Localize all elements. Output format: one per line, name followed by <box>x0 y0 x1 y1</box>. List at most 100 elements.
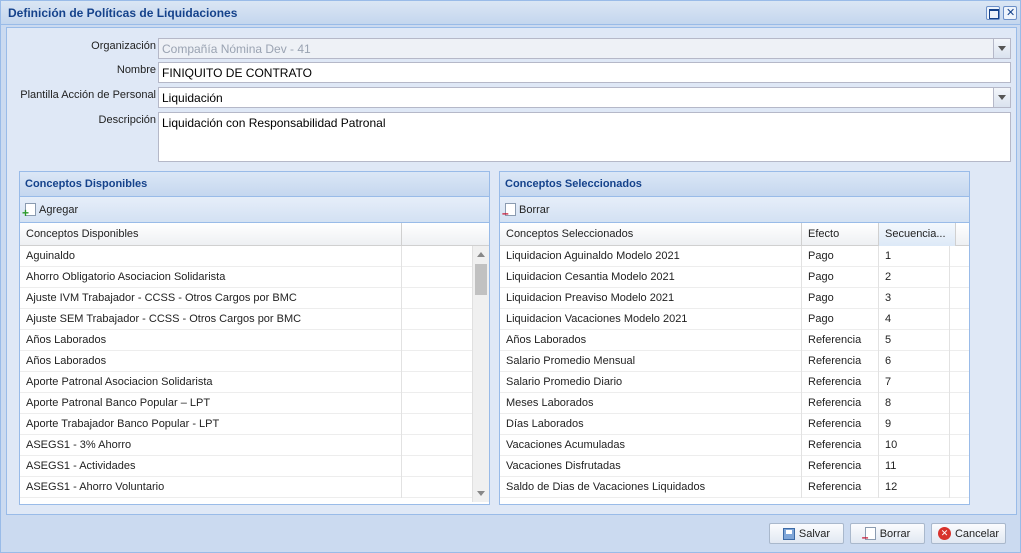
secuencia-cell: 11 <box>879 456 950 477</box>
add-document-icon: + <box>22 203 36 219</box>
table-row[interactable]: Aguinaldo <box>20 246 489 267</box>
table-row[interactable]: Ajuste IVM Trabajador - CCSS - Otros Car… <box>20 288 489 309</box>
table-row[interactable]: Vacaciones Disfrutadas Referencia 11 <box>500 456 969 477</box>
grid-header: Conceptos Disponibles <box>20 223 489 246</box>
secuencia-cell: 12 <box>879 477 950 498</box>
panel-toolbar: – Borrar <box>500 197 969 223</box>
descripcion-value: Liquidación con Responsabilidad Patronal <box>162 116 386 130</box>
borrar-footer-label: Borrar <box>879 527 911 540</box>
maximize-icon[interactable] <box>986 6 1000 20</box>
efecto-cell: Pago <box>802 267 879 288</box>
secuencia-cell: 8 <box>879 393 950 414</box>
concepto-seleccionado-cell: Liquidacion Preaviso Modelo 2021 <box>500 288 802 309</box>
title-bar: Definición de Políticas de Liquidaciones <box>1 1 1020 25</box>
concepto-disponible-cell: Ajuste IVM Trabajador - CCSS - Otros Car… <box>20 288 402 309</box>
scroll-down-icon[interactable] <box>477 491 485 496</box>
table-row[interactable]: Aporte Trabajador Banco Popular - LPT <box>20 414 489 435</box>
conceptos-seleccionados-panel: Conceptos Seleccionados – Borrar Concept… <box>499 171 970 505</box>
organizacion-label: Organización <box>91 40 156 52</box>
column-header-efecto[interactable]: Efecto <box>802 223 879 246</box>
table-row[interactable]: Liquidacion Vacaciones Modelo 2021 Pago 4 <box>500 309 969 330</box>
secuencia-cell: 5 <box>879 330 950 351</box>
plantilla-select[interactable]: Liquidación <box>158 87 1011 108</box>
table-row[interactable]: Días Laborados Referencia 9 <box>500 414 969 435</box>
concepto-seleccionado-cell: Salario Promedio Mensual <box>500 351 802 372</box>
concepto-disponible-cell: Aporte Patronal Asociacion Solidarista <box>20 372 402 393</box>
concepto-seleccionado-cell: Años Laborados <box>500 330 802 351</box>
efecto-cell: Referencia <box>802 477 879 498</box>
column-header-conceptos-disponibles[interactable]: Conceptos Disponibles <box>20 223 402 246</box>
borrar-label: Borrar <box>519 203 550 216</box>
secuencia-cell: 10 <box>879 435 950 456</box>
table-row[interactable]: Liquidacion Preaviso Modelo 2021 Pago 3 <box>500 288 969 309</box>
nombre-label: Nombre <box>116 64 156 76</box>
efecto-cell: Referencia <box>802 393 879 414</box>
table-row[interactable]: Salario Promedio Mensual Referencia 6 <box>500 351 969 372</box>
table-row[interactable]: ASEGS1 - Ahorro Voluntario <box>20 477 489 498</box>
table-row[interactable]: Saldo de Dias de Vacaciones Liquidados Re… <box>500 477 969 498</box>
efecto-cell: Pago <box>802 288 879 309</box>
nombre-value: FINIQUITO DE CONTRATO <box>162 66 313 80</box>
efecto-cell: Pago <box>802 246 879 267</box>
table-row[interactable]: Vacaciones Acumuladas Referencia 10 <box>500 435 969 456</box>
borrar-footer-button[interactable]: – Borrar <box>850 523 925 544</box>
conceptos-disponibles-panel: Conceptos Disponibles + Agregar Concepto… <box>19 171 490 505</box>
column-header-conceptos-seleccionados[interactable]: Conceptos Seleccionados <box>500 223 802 246</box>
scroll-up-icon[interactable] <box>477 252 485 257</box>
organizacion-select[interactable]: Compañía Nómina Dev - 41 <box>158 38 1011 59</box>
concepto-disponible-cell: ASEGS1 - Actividades <box>20 456 402 477</box>
concepto-disponible-cell: Aguinaldo <box>20 246 402 267</box>
table-row[interactable]: Aporte Patronal Banco Popular – LPT <box>20 393 489 414</box>
concepto-seleccionado-cell: Liquidacion Cesantia Modelo 2021 <box>500 267 802 288</box>
save-icon <box>782 527 795 540</box>
concepto-seleccionado-cell: Salario Promedio Diario <box>500 372 802 393</box>
table-row[interactable]: ASEGS1 - 3% Ahorro <box>20 435 489 456</box>
table-row[interactable]: ASEGS1 - Actividades <box>20 456 489 477</box>
secuencia-cell: 3 <box>879 288 950 309</box>
table-row[interactable]: Liquidacion Aguinaldo Modelo 2021 Pago 1 <box>500 246 969 267</box>
chevron-down-icon[interactable] <box>993 39 1010 58</box>
efecto-cell: Referencia <box>802 414 879 435</box>
concepto-seleccionado-cell: Vacaciones Acumuladas <box>500 435 802 456</box>
vertical-scrollbar[interactable] <box>472 246 489 502</box>
secuencia-cell: 1 <box>879 246 950 267</box>
close-icon[interactable] <box>1003 6 1017 20</box>
table-row[interactable]: Ahorro Obligatorio Asociacion Solidarist… <box>20 267 489 288</box>
efecto-cell: Referencia <box>802 372 879 393</box>
cancelar-button[interactable]: ✕ Cancelar <box>931 523 1006 544</box>
table-row[interactable]: Aporte Patronal Asociacion Solidarista <box>20 372 489 393</box>
concepto-seleccionado-cell: Días Laborados <box>500 414 802 435</box>
panel-title: Conceptos Disponibles <box>20 172 489 197</box>
table-row[interactable]: Meses Laborados Referencia 8 <box>500 393 969 414</box>
salvar-button[interactable]: Salvar <box>769 523 844 544</box>
plantilla-value: Liquidación <box>162 91 223 105</box>
organizacion-value: Compañía Nómina Dev - 41 <box>162 42 311 56</box>
table-row[interactable]: Ajuste SEM Trabajador - CCSS - Otros Car… <box>20 309 489 330</box>
concepto-disponible-cell: Aporte Trabajador Banco Popular - LPT <box>20 414 402 435</box>
agregar-button[interactable]: + Agregar <box>22 203 78 219</box>
table-row[interactable]: Salario Promedio Diario Referencia 7 <box>500 372 969 393</box>
scroll-thumb[interactable] <box>475 264 487 295</box>
nombre-field[interactable]: FINIQUITO DE CONTRATO <box>158 62 1011 83</box>
form-body: Organización Compañía Nómina Dev - 41 No… <box>6 27 1017 515</box>
concepto-seleccionado-cell: Liquidacion Aguinaldo Modelo 2021 <box>500 246 802 267</box>
secuencia-cell: 6 <box>879 351 950 372</box>
table-row[interactable]: Años Laborados Referencia 5 <box>500 330 969 351</box>
descripcion-label: Descripción <box>98 114 156 126</box>
table-row[interactable]: Años Laborados <box>20 351 489 372</box>
efecto-cell: Referencia <box>802 456 879 477</box>
concepto-disponible-cell: Ahorro Obligatorio Asociacion Solidarist… <box>20 267 402 288</box>
concepto-seleccionado-cell: Liquidacion Vacaciones Modelo 2021 <box>500 309 802 330</box>
concepto-disponible-cell: ASEGS1 - Ahorro Voluntario <box>20 477 402 498</box>
secuencia-cell: 2 <box>879 267 950 288</box>
grid-header: Conceptos Seleccionados Efecto Secuencia… <box>500 223 969 246</box>
table-row[interactable]: Años Laborados <box>20 330 489 351</box>
delete-document-icon: – <box>502 203 516 219</box>
table-row[interactable]: Liquidacion Cesantia Modelo 2021 Pago 2 <box>500 267 969 288</box>
descripcion-textarea[interactable]: Liquidación con Responsabilidad Patronal <box>158 112 1011 162</box>
borrar-button[interactable]: – Borrar <box>502 203 550 219</box>
panel-toolbar: + Agregar <box>20 197 489 223</box>
chevron-down-icon[interactable] <box>993 88 1010 107</box>
column-header-secuencia[interactable]: Secuencia... <box>879 223 956 246</box>
cancelar-label: Cancelar <box>954 527 1000 540</box>
